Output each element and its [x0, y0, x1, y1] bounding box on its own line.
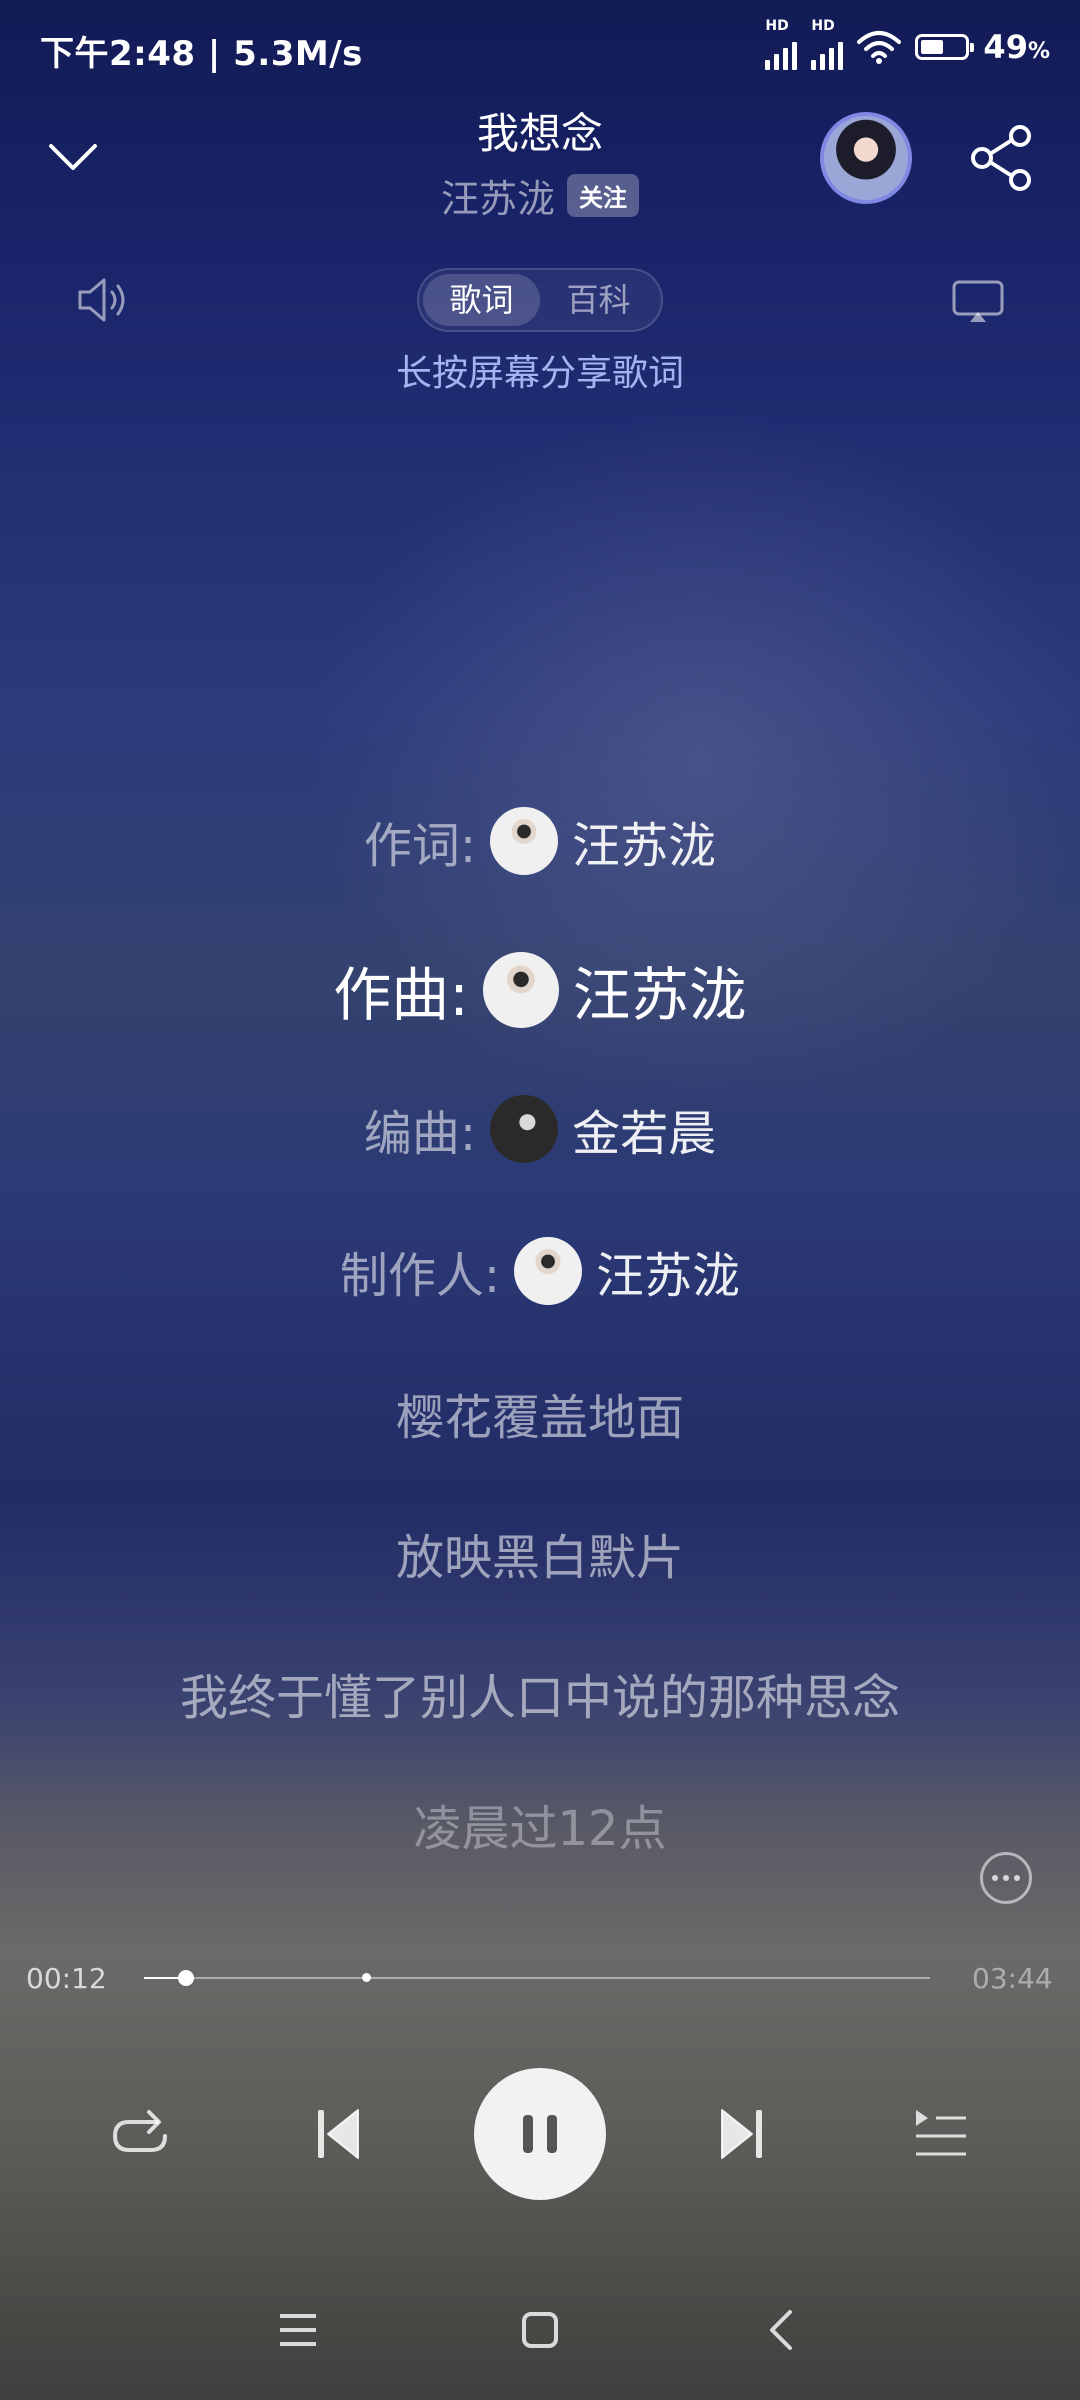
more-icon [992, 1875, 998, 1881]
share-lyrics-hint: 长按屏幕分享歌词 [395, 353, 684, 394]
repeat-icon [112, 2110, 167, 2152]
status-indicators: HD HD 49% [765, 18, 1050, 70]
repeat-button[interactable] [100, 2094, 180, 2174]
lyrics-wiki-toggle: 歌词 百科 [417, 268, 663, 332]
previous-button[interactable] [298, 2094, 378, 2174]
next-button[interactable] [702, 2094, 782, 2174]
signal-icon: HD [811, 18, 844, 70]
avatar[interactable] [514, 1237, 583, 1305]
credit-name[interactable]: 汪苏泷 [596, 1236, 740, 1306]
more-button[interactable] [980, 1852, 1032, 1904]
battery-text: 49% [983, 28, 1050, 66]
lyric-line[interactable]: 凌晨过12点 [0, 1798, 1080, 1850]
signal-icon: HD [765, 18, 798, 70]
share-icon [971, 125, 1031, 191]
nav-recent-apps-button[interactable] [268, 2300, 328, 2360]
tab-wiki[interactable]: 百科 [540, 274, 657, 326]
total-time: 03:44 [972, 1962, 1053, 1995]
current-time: 00:12 [26, 1962, 107, 1995]
credit-composer[interactable]: 作曲: 汪苏泷 [0, 948, 1080, 1032]
credit-name[interactable]: 汪苏泷 [572, 806, 716, 876]
pause-button[interactable] [474, 2068, 606, 2200]
cast-button[interactable] [948, 272, 1008, 332]
menu-icon [280, 2314, 316, 2346]
playlist-button[interactable] [900, 2094, 980, 2174]
credit-role: 编曲: [363, 1106, 477, 1162]
nav-home-button[interactable] [510, 2300, 570, 2360]
credit-role: 作词: [363, 818, 477, 874]
follow-button[interactable]: 关注 [567, 174, 639, 217]
pause-icon [523, 2115, 533, 2153]
song-title: 我想念 [476, 109, 603, 158]
status-time-speed: 下午2:48 | 5.3M/s [40, 34, 363, 74]
credit-arranger[interactable]: 编曲: 金若晨 [0, 1094, 1080, 1164]
playlist-icon [916, 2110, 966, 2156]
back-icon [770, 2310, 792, 2350]
buffer-marker [362, 1973, 372, 1982]
skip-previous-icon [318, 2109, 359, 2159]
avatar[interactable] [482, 952, 559, 1028]
volume-button[interactable] [74, 270, 134, 330]
artist-avatar[interactable] [820, 112, 912, 204]
progress-slider[interactable] [144, 1970, 930, 1986]
lyric-line[interactable]: 樱花覆盖地面 [0, 1378, 1080, 1448]
skip-next-icon [721, 2109, 762, 2159]
credit-role: 制作人: [339, 1248, 501, 1304]
wifi-icon [857, 31, 902, 64]
credit-lyricist[interactable]: 作词: 汪苏泷 [0, 806, 1080, 876]
share-button[interactable] [962, 118, 1042, 198]
lyric-line[interactable]: 放映黑白默片 [0, 1518, 1080, 1588]
credit-producer[interactable]: 制作人: 汪苏泷 [0, 1236, 1080, 1306]
volume-icon [78, 278, 125, 322]
artist-row: 汪苏泷 关注 [0, 168, 1080, 223]
tab-lyrics[interactable]: 歌词 [423, 274, 540, 326]
battery-icon [915, 34, 975, 60]
home-icon [522, 2312, 558, 2348]
cast-icon [952, 280, 1004, 322]
lyric-line[interactable]: 我终于懂了别人口中说的那种思念 [0, 1658, 1080, 1728]
progress-handle[interactable] [178, 1970, 195, 1986]
nav-back-button[interactable] [752, 2300, 812, 2360]
credit-role: 作曲: [333, 961, 469, 1029]
avatar[interactable] [490, 807, 559, 875]
artist-name[interactable]: 汪苏泷 [441, 168, 555, 223]
credit-name[interactable]: 汪苏泷 [573, 948, 747, 1032]
avatar[interactable] [490, 1095, 559, 1163]
credit-name[interactable]: 金若晨 [572, 1094, 716, 1164]
